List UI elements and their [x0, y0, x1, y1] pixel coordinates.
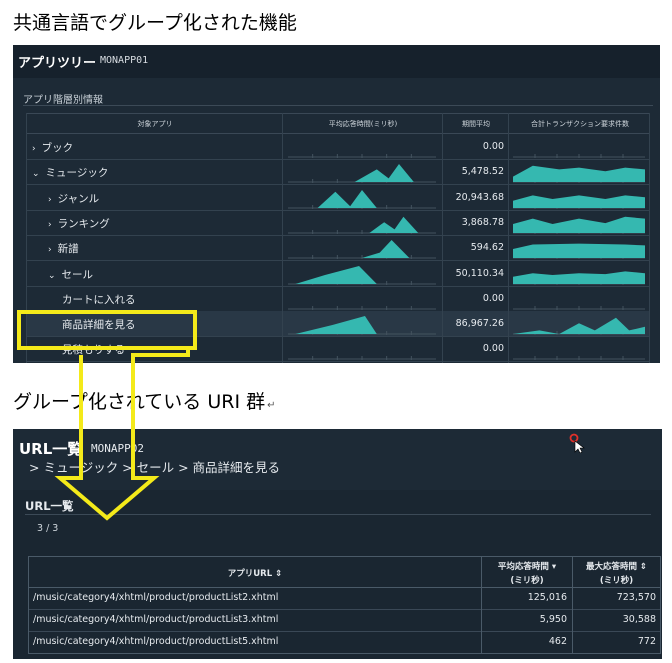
col-avg-line2: (ミリ秒)	[510, 576, 544, 586]
col-target-app[interactable]: 対象アプリ	[27, 119, 283, 129]
url-section-divider	[25, 514, 651, 515]
bottom-heading-text: グループ化されている URI 群	[13, 391, 266, 413]
result-count: 3 / 3	[37, 523, 59, 534]
tree-row[interactable]: › ジャンル 20,943.68	[26, 185, 650, 211]
col-max-response-ms[interactable]: 最大応答時間 ⇕ (ミリ秒)	[573, 560, 660, 586]
url-table: アプリURL ⇕ 平均応答時間 ▾ (ミリ秒) 最大応答時間 ⇕ (ミリ秒) /…	[28, 556, 661, 654]
tree-row-value: 0.00	[482, 292, 504, 304]
app-tree-title: アプリツリー	[18, 56, 97, 71]
url-list-title: URL一覧	[19, 440, 83, 458]
sparkline	[513, 194, 645, 209]
tree-row[interactable]: ⌄ ミュージック 5,478.52	[26, 159, 650, 186]
url-list-code: MONAPP02	[91, 442, 144, 455]
tree-row[interactable]: ⌄ セール 50,110.34	[26, 261, 650, 287]
section-divider	[23, 105, 653, 106]
table-row[interactable]: /music/category4/xhtml/product/productLi…	[29, 609, 660, 632]
cursor-icon	[569, 433, 585, 453]
tree-row[interactable]: › ランキング 3,868.78	[26, 210, 650, 236]
table-header: 対象アプリ 平均応答時間(ミリ秒) 期間平均 合計トランザクション要求件数	[26, 113, 650, 134]
url-table-header: アプリURL ⇕ 平均応答時間 ▾ (ミリ秒) 最大応答時間 ⇕ (ミリ秒)	[29, 557, 660, 588]
url-section-label: URL一覧	[25, 499, 74, 513]
row-avg: 125,016	[527, 592, 567, 603]
sparkline	[513, 305, 645, 310]
col-avg-line1: 平均応答時間 ▾	[497, 562, 557, 572]
sparkline	[513, 317, 645, 336]
sparkline	[513, 154, 645, 158]
url-list-panel: URL一覧 MONAPP02 > ミュージック > セール > 商品詳細を見る …	[13, 429, 662, 659]
sparkline	[513, 166, 645, 184]
row-url[interactable]: /music/category4/xhtml/product/productLi…	[33, 614, 278, 625]
bottom-heading: グループ化されている URI 群 ↵	[13, 387, 275, 414]
table-row[interactable]: /music/category4/xhtml/product/productLi…	[29, 587, 660, 610]
row-max: 723,570	[616, 592, 656, 603]
sparkline	[513, 243, 645, 260]
tree-row-value: 594.62	[470, 242, 504, 254]
row-max: 772	[637, 636, 656, 647]
tree-row-value: 50,110.34	[455, 267, 504, 279]
return-mark: ↵	[267, 400, 276, 411]
row-avg: 5,950	[539, 614, 567, 625]
tree-row[interactable]: › ブック 0.00	[26, 134, 650, 160]
row-avg: 462	[548, 636, 567, 647]
col-total-transactions[interactable]: 合計トランザクション要求件数	[509, 119, 651, 129]
app-tree-code: MONAPP01	[100, 55, 149, 66]
row-url[interactable]: /music/category4/xhtml/product/productLi…	[33, 636, 278, 647]
tree-row[interactable]: › 新譜 594.62	[26, 235, 650, 262]
col-avg-response-ms[interactable]: 平均応答時間 ▾ (ミリ秒)	[482, 560, 572, 586]
col-max-line1: 最大応答時間 ⇕	[585, 562, 648, 572]
sparkline	[513, 270, 645, 285]
sparkline	[513, 356, 645, 361]
breadcrumb[interactable]: > ミュージック > セール > 商品詳細を見る	[29, 457, 280, 476]
tree-row-value: 3,868.78	[461, 216, 504, 228]
sparkline	[513, 216, 645, 234]
row-url[interactable]: /music/category4/xhtml/product/productLi…	[33, 592, 278, 603]
tree-row[interactable]: カートに入れる 0.00	[26, 286, 650, 312]
row-max: 30,588	[622, 614, 656, 625]
col-app-url[interactable]: アプリURL ⇕	[29, 567, 481, 579]
highlight-box	[17, 310, 197, 350]
tree-row-value: 5,478.52	[461, 166, 504, 178]
col-max-line2: (ミリ秒)	[599, 576, 634, 586]
section-label: アプリ階層別情報	[23, 95, 103, 106]
col-period-avg[interactable]: 期間平均	[443, 119, 509, 129]
top-heading: 共通言語でグループ化された機能	[13, 12, 297, 34]
tree-row-value: 20,943.68	[455, 191, 504, 203]
table-row[interactable]: /music/category4/xhtml/product/productLi…	[29, 631, 660, 653]
col-avg-response[interactable]: 平均応答時間(ミリ秒)	[283, 119, 443, 129]
tree-row-value: 0.00	[482, 141, 504, 152]
